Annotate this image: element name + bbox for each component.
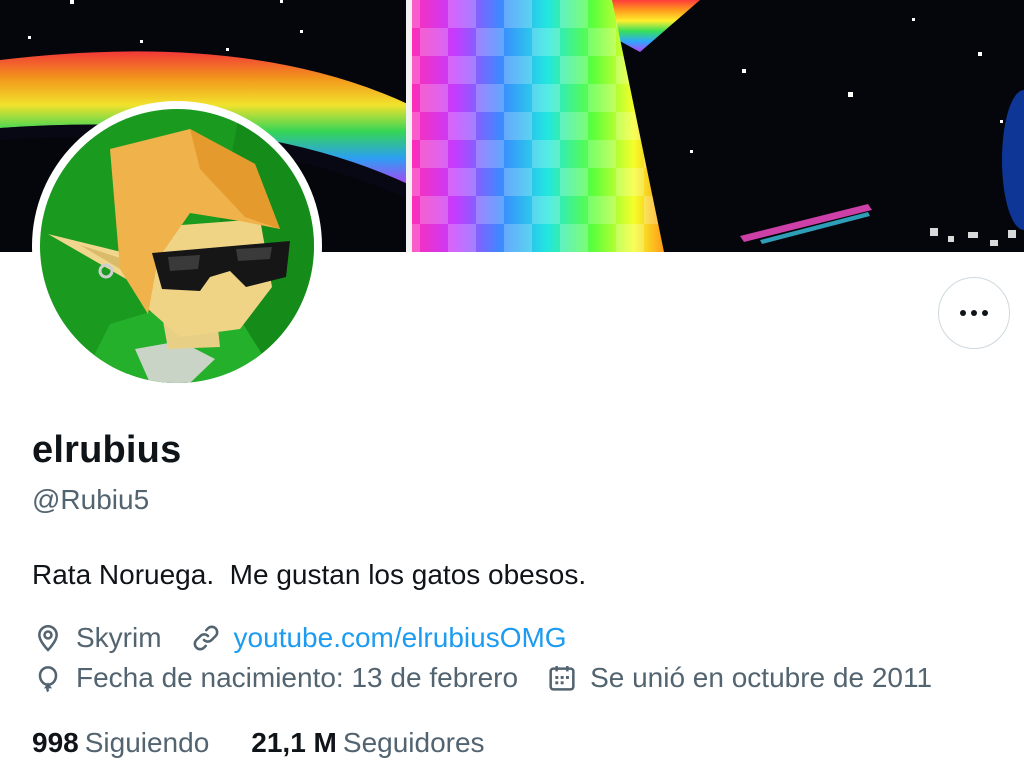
followers-count: 21,1 M <box>251 727 337 758</box>
more-options-button[interactable] <box>938 277 1010 349</box>
more-options-icon <box>960 310 988 316</box>
location-item: Skyrim <box>32 620 162 656</box>
display-name: elrubius <box>32 429 182 471</box>
balloon-icon <box>38 666 58 693</box>
following-count: 998 <box>32 727 79 758</box>
following-label: Siguiendo <box>84 727 210 758</box>
follow-stats: 998 Siguiendo 21,1 M Seguidores <box>32 725 527 761</box>
profile-bio: Rata Noruega. Me gustan los gatos obesos… <box>32 559 587 590</box>
website-item: youtube.com/elrubiusOMG <box>190 620 567 656</box>
website-link[interactable]: youtube.com/elrubiusOMG <box>234 620 567 656</box>
location-text: Skyrim <box>76 622 162 653</box>
joined-item: Se unió en octubre de 2011 <box>546 660 932 696</box>
profile-meta-row-1: Skyrim youtube.com/elrubiusOMG <box>32 620 595 656</box>
followers-link[interactable]: 21,1 M Seguidores <box>251 725 484 761</box>
joined-date-text: Se unió en octubre de 2011 <box>590 662 933 693</box>
following-link[interactable]: 998 Siguiendo <box>32 725 209 761</box>
link-icon <box>193 625 218 651</box>
calendar-icon <box>549 666 575 691</box>
profile-meta-row-2: Fecha de nacimiento: 13 de febrero Se un… <box>32 660 960 696</box>
birthday-text: Fecha de nacimiento: 13 de febrero <box>76 662 519 693</box>
birthday-item: Fecha de nacimiento: 13 de febrero <box>32 660 518 696</box>
profile-avatar[interactable] <box>32 101 322 391</box>
avatar-image <box>40 109 314 383</box>
location-pin-icon <box>38 625 58 652</box>
username-handle: @Rubiu5 <box>32 484 150 515</box>
followers-label: Seguidores <box>342 727 485 758</box>
